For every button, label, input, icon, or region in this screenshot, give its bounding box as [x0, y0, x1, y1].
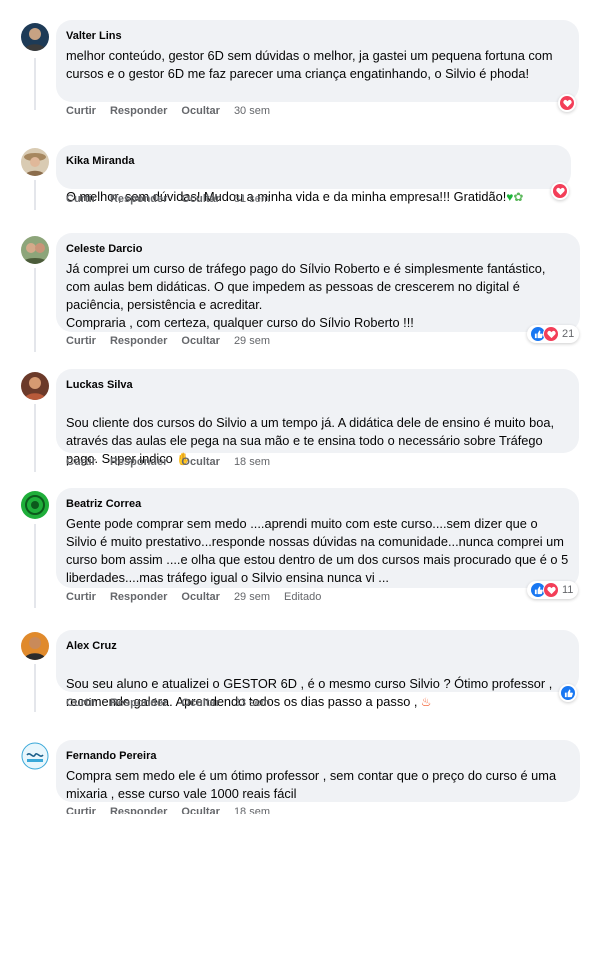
reply-link[interactable]: Responder: [110, 806, 167, 814]
hide-link[interactable]: Ocultar: [181, 806, 220, 814]
comment-bubble: Fernando Pereira Compra sem medo ele é u…: [56, 740, 580, 802]
comment-timestamp[interactable]: 18 sem: [234, 806, 270, 814]
comment-text: Compra sem medo ele é um ótimo professor…: [66, 768, 557, 801]
like-link[interactable]: Curtir: [66, 806, 96, 814]
avatar[interactable]: [21, 742, 49, 770]
comment-actions: Curtir Responder Ocultar 18 sem: [66, 805, 284, 814]
comment-author[interactable]: Fernando Pereira: [66, 749, 570, 763]
comment-item: Fernando Pereira Compra sem medo ele é u…: [0, 0, 598, 814]
